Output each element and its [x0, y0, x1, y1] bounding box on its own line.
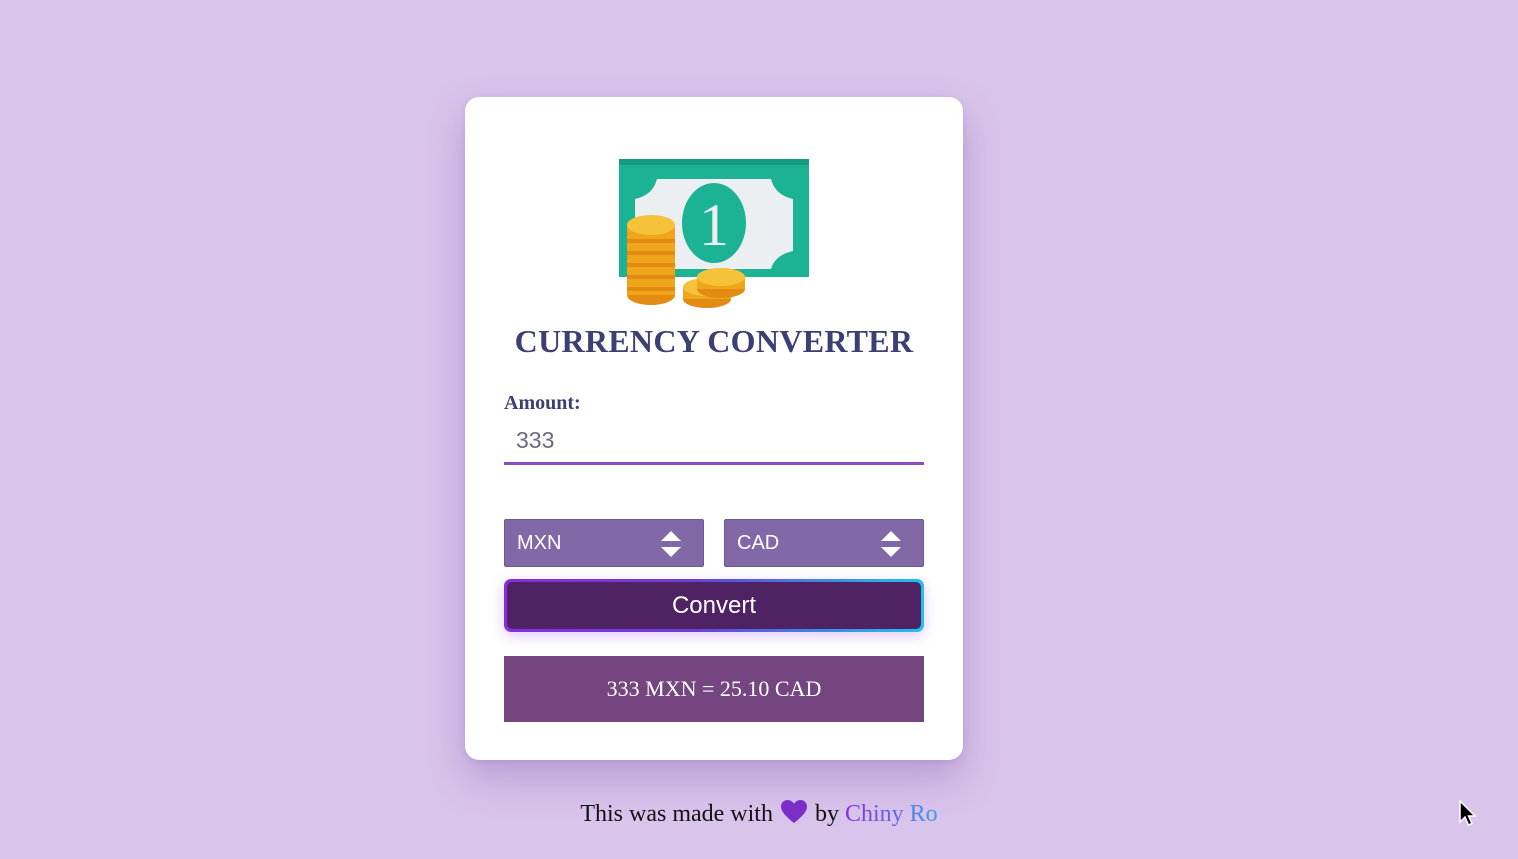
amount-label: Amount:	[504, 392, 581, 414]
mouse-cursor-icon	[1459, 800, 1477, 826]
convert-button-label: Convert	[507, 582, 921, 629]
converter-card: 1 CURRENCY CONVERTER Amount: MXN	[465, 97, 963, 760]
svg-text:1: 1	[699, 192, 729, 258]
footer-prefix: This was made with	[580, 801, 773, 827]
select-arrows-icon	[881, 531, 901, 557]
heart-icon	[780, 800, 807, 823]
to-currency-select[interactable]: CAD	[724, 519, 924, 567]
convert-button[interactable]: Convert	[504, 579, 924, 632]
footer: This was made with by Chiny Ro	[0, 800, 1518, 828]
author-link[interactable]: Chiny Ro	[845, 801, 938, 827]
footer-by: by	[814, 801, 839, 827]
amount-input[interactable]	[504, 419, 924, 465]
money-bill-with-coins-icon: 1	[619, 159, 809, 308]
to-currency-value: CAD	[737, 532, 780, 554]
page-title: CURRENCY CONVERTER	[514, 323, 914, 359]
conversion-result: 333 MXN = 25.10 CAD	[504, 656, 924, 722]
from-currency-value: MXN	[517, 532, 562, 554]
select-arrows-icon	[661, 531, 681, 557]
from-currency-select[interactable]: MXN	[504, 519, 704, 567]
